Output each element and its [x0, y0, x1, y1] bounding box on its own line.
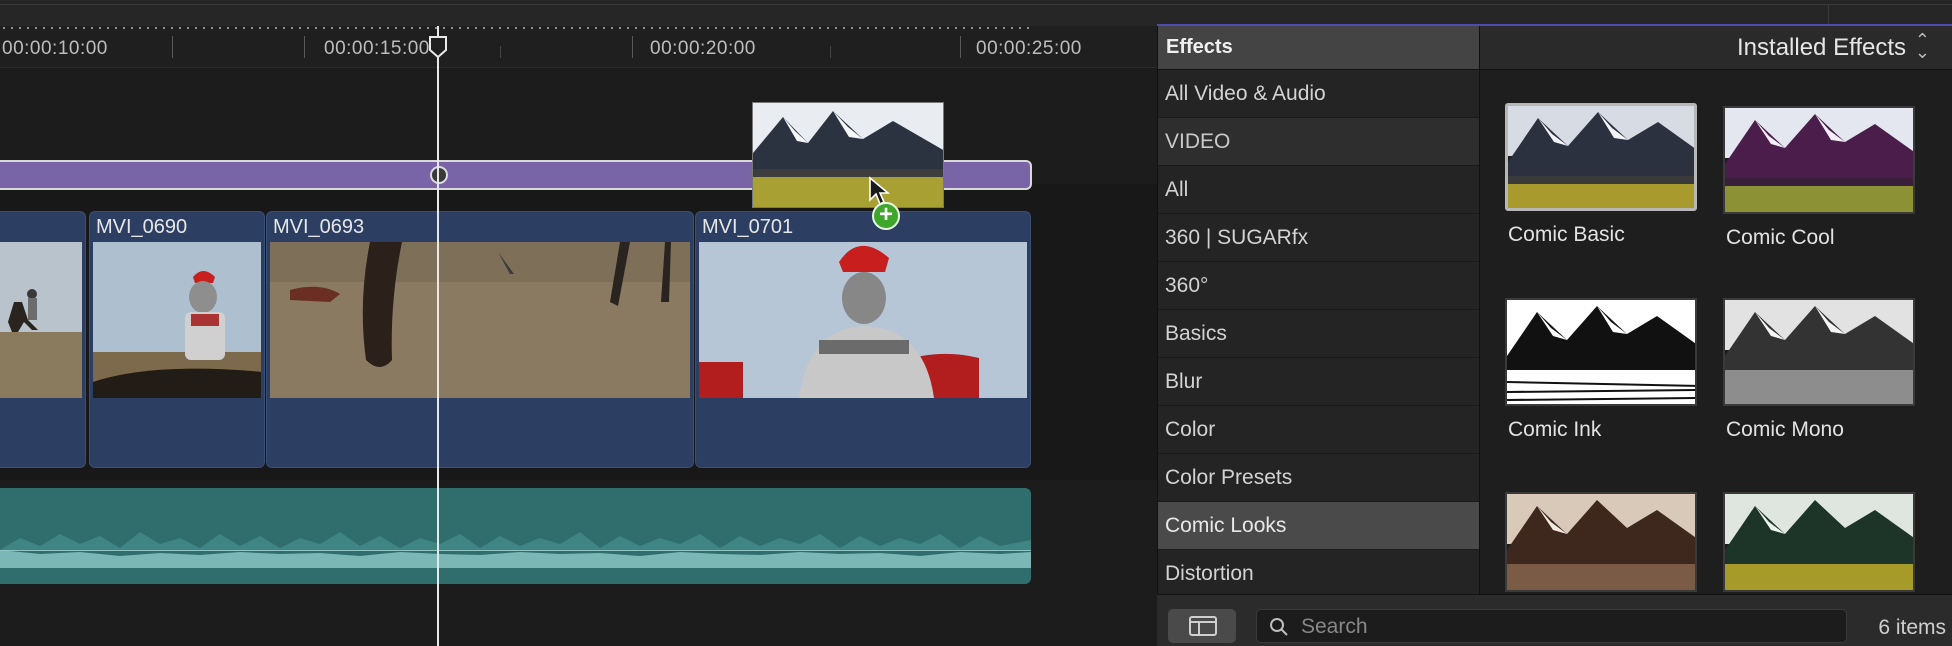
category-color-presets[interactable]: Color Presets [1158, 454, 1479, 502]
effect-name: Comic Ink [1508, 418, 1602, 441]
clip-name: MVI_0701 [702, 216, 794, 238]
sidebar-toggle-icon [1189, 616, 1217, 636]
video-clip[interactable]: MVI_0690 [89, 211, 265, 468]
effect-tile-comic-cool[interactable]: Comic Cool [1723, 106, 1919, 250]
effects-browser: Installed Effects ⌃ ⌄ Comic Basic Comic … [1479, 26, 1952, 594]
category-color[interactable]: Color [1158, 406, 1479, 454]
effect-preview [1723, 492, 1915, 592]
keyframe-icon[interactable] [430, 166, 448, 184]
timecode-label: 00:00:10:00 [2, 38, 108, 59]
clip-thumbnail [270, 242, 690, 398]
ruler-tick [960, 36, 961, 58]
installed-effects-popup[interactable]: Installed Effects ⌃ ⌄ [1480, 26, 1952, 70]
audio-waveform [0, 532, 1031, 568]
effect-name: Comic Mono [1726, 418, 1844, 441]
category-all[interactable]: All [1158, 166, 1479, 214]
clip-thumbnail [93, 242, 261, 398]
time-ruler[interactable]: 00:00:10:00 00:00:15:00 00:00:20:00 00:0… [0, 26, 1157, 68]
category-section-video[interactable]: VIDEO [1158, 118, 1479, 166]
effect-tile-comic-mono[interactable]: Comic Mono [1723, 298, 1919, 442]
effect-tile[interactable] [1505, 492, 1701, 604]
audio-clip[interactable] [0, 488, 1031, 584]
effects-bottom-bar: 6 items [1157, 594, 1952, 646]
category-360[interactable]: 360° [1158, 262, 1479, 310]
toolbar-separator [1828, 5, 1829, 24]
clip-name: MVI_0693 [273, 216, 365, 238]
ruler-tick [830, 46, 831, 58]
timecode-label: 00:00:15:00 [324, 38, 430, 59]
effect-tile[interactable] [1723, 492, 1919, 604]
toolbar-divider [0, 4, 1952, 5]
effect-preview [1505, 492, 1697, 592]
sidebar-toggle-button[interactable] [1168, 609, 1236, 643]
effect-name: Comic Basic [1508, 223, 1625, 246]
effect-preview [1723, 106, 1915, 214]
clip-thumbnail [699, 242, 1027, 398]
category-distortion[interactable]: Distortion [1158, 550, 1479, 598]
effect-tile-comic-ink[interactable]: Comic Ink [1505, 298, 1701, 442]
search-input[interactable] [1301, 613, 1831, 640]
ruler-tick [172, 36, 173, 58]
video-clip[interactable]: MVI_0693 [266, 211, 694, 468]
playhead-icon[interactable] [429, 36, 447, 58]
category-comic-looks[interactable]: Comic Looks [1158, 502, 1479, 550]
effects-header[interactable]: Effects [1158, 26, 1479, 70]
effect-preview [1723, 298, 1915, 406]
search-icon [1270, 618, 1288, 636]
effect-preview [1505, 103, 1697, 211]
ruler-tick [632, 36, 633, 58]
clip-name: MVI_0690 [96, 216, 188, 238]
sort-arrows-icon: ⌃ ⌄ [1914, 30, 1930, 62]
clip-thumbnail [0, 242, 82, 398]
audio-centerline [0, 550, 1031, 551]
playhead[interactable] [437, 26, 439, 646]
timecode-label: 00:00:20:00 [650, 38, 756, 59]
ruler-tick [500, 46, 501, 58]
timeline-dotted-edge [0, 26, 1030, 30]
timecode-label: 00:00:25:00 [976, 38, 1082, 59]
effect-tile-comic-basic[interactable]: Comic Basic [1505, 103, 1701, 247]
add-plus-icon: + [872, 202, 900, 230]
category-all-video-audio[interactable]: All Video & Audio [1158, 70, 1479, 118]
effect-name: Comic Cool [1726, 226, 1835, 249]
effect-preview [1505, 298, 1697, 406]
video-clip[interactable]: MVI_0701 [695, 211, 1031, 468]
video-clip[interactable] [0, 211, 86, 468]
window-toolbar [0, 0, 1952, 26]
ruler-tick [304, 36, 305, 58]
item-count: 6 items [1878, 616, 1946, 639]
category-basics[interactable]: Basics [1158, 310, 1479, 358]
category-blur[interactable]: Blur [1158, 358, 1479, 406]
dragged-effect-thumbnail[interactable] [752, 102, 944, 208]
search-field[interactable] [1256, 609, 1847, 643]
category-360-sugarfx[interactable]: 360 | SUGARfx [1158, 214, 1479, 262]
effects-category-sidebar: Effects All Video & Audio VIDEO All 360 … [1157, 26, 1479, 646]
installed-effects-label: Installed Effects [1737, 34, 1906, 61]
